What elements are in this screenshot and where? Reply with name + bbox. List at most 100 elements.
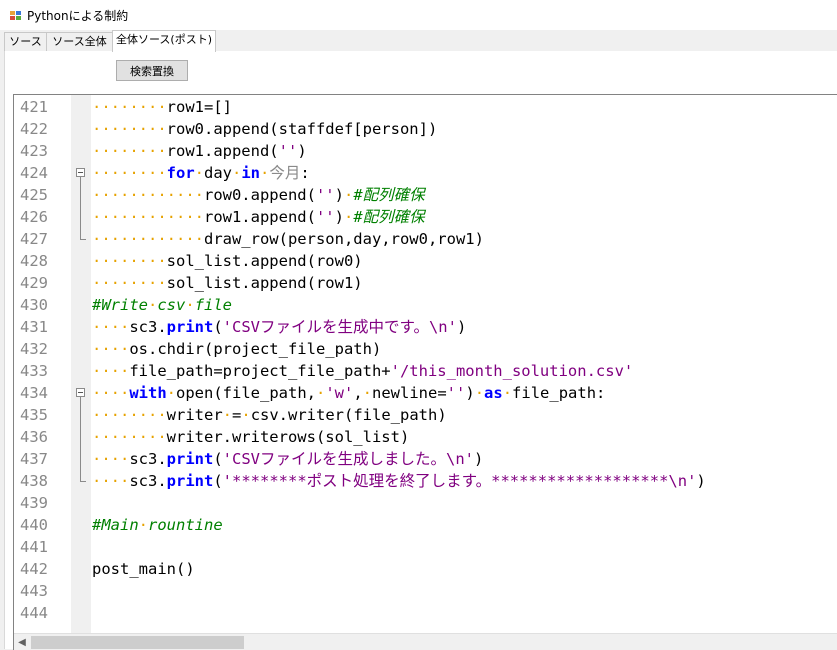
code-token: with xyxy=(129,384,167,402)
code-text[interactable]: ········sol_list.append(row1) xyxy=(92,272,363,294)
code-text[interactable]: #Write·csv·file xyxy=(92,294,232,316)
code-line[interactable]: 443 xyxy=(14,580,837,602)
code-token: post_main() xyxy=(92,560,195,578)
code-line[interactable]: 424 ········for·day·in·今月: xyxy=(14,162,837,184)
code-text[interactable]: ········row0.append(staffdef[person]) xyxy=(92,118,437,140)
code-line[interactable]: 429 ········sol_list.append(row1) xyxy=(14,272,837,294)
code-token: · xyxy=(232,164,242,182)
line-number: 428 xyxy=(20,252,48,270)
scroll-left-arrow-icon[interactable]: ◀ xyxy=(16,636,28,649)
code-token: · xyxy=(343,208,354,226)
line-number: 433 xyxy=(20,362,48,380)
code-line[interactable]: 426 ············row1.append('')·#配列確保 xyxy=(14,206,837,228)
line-number: 427 xyxy=(20,230,48,248)
code-token: · xyxy=(148,296,158,314)
code-line[interactable]: 425 ············row0.append('')·#配列確保 xyxy=(14,184,837,206)
line-number: 426 xyxy=(20,208,48,226)
code-line[interactable]: 441 xyxy=(14,536,837,558)
code-token: sol_list.append(row1) xyxy=(166,274,363,292)
code-line[interactable]: 444 xyxy=(14,602,837,624)
window-title: Pythonによる制約 xyxy=(27,9,129,23)
code-text[interactable]: ········writer·=·csv.writer(file_path) xyxy=(92,404,447,426)
fold-collapse-icon[interactable] xyxy=(76,168,85,177)
code-token: ···· xyxy=(92,472,130,490)
code-text[interactable]: ····file_path=project_file_path+'/this_m… xyxy=(92,360,633,382)
code-token: 'CSVファイルを生成中です。\n' xyxy=(222,318,457,336)
line-number: 444 xyxy=(20,604,48,622)
code-token: ···· xyxy=(92,384,130,402)
line-number: 443 xyxy=(20,582,48,600)
line-number: 425 xyxy=(20,186,48,204)
code-token: in xyxy=(241,164,261,182)
code-text[interactable]: ············row1.append('')·#配列確保 xyxy=(92,206,425,228)
code-token: · xyxy=(138,516,149,534)
code-token: · xyxy=(185,296,195,314)
code-line[interactable]: 437 ····sc3.print('CSVファイルを生成しました。\n') xyxy=(14,448,837,470)
code-text[interactable]: ········row1=[] xyxy=(92,96,232,118)
code-text[interactable]: ····sc3.print('CSVファイルを生成中です。\n') xyxy=(92,316,466,338)
line-number: 434 xyxy=(20,384,48,402)
code-token: sc3. xyxy=(129,450,167,468)
code-text[interactable]: #Main·rountine xyxy=(92,514,223,536)
code-line[interactable]: 431 ····sc3.print('CSVファイルを生成中です。\n') xyxy=(14,316,837,338)
code-text[interactable]: post_main() xyxy=(92,558,195,580)
code-text[interactable]: ········for·day·in·今月: xyxy=(92,162,310,184)
code-token: '' xyxy=(315,186,335,204)
code-token: file xyxy=(194,296,233,314)
code-line[interactable]: 422 ········row0.append(staffdef[person]) xyxy=(14,118,837,140)
code-token: row0.append(staffdef[person]) xyxy=(166,120,438,138)
code-line[interactable]: 421 ········row1=[] xyxy=(14,96,837,118)
code-token: row1.append( xyxy=(203,208,316,226)
code-line[interactable]: 439 xyxy=(14,492,837,514)
horizontal-scrollbar[interactable]: ◀ xyxy=(14,633,837,650)
code-line[interactable]: 436 ········writer.writerows(sol_list) xyxy=(14,426,837,448)
code-line[interactable]: 442 post_main() xyxy=(14,558,837,580)
code-text[interactable]: ············row0.append('')·#配列確保 xyxy=(92,184,425,206)
code-editor[interactable]: 421 ········row1=[] 422 ········row0.append… xyxy=(13,94,837,650)
code-token: ············ xyxy=(92,186,204,204)
tab-all-source-post[interactable]: 全体ソース(ポスト) xyxy=(112,30,216,52)
code-token: writer.writerows(sol_list) xyxy=(166,428,410,446)
code-text[interactable]: ····os.chdir(project_file_path) xyxy=(92,338,381,360)
code-line[interactable]: 427 ············draw_row(person,day,row0,… xyxy=(14,228,837,250)
code-line[interactable]: 423 ········row1.append('') xyxy=(14,140,837,162)
code-line[interactable]: 433 ····file_path=project_file_path+'/thi… xyxy=(14,360,837,382)
code-line[interactable]: 432 ····os.chdir(project_file_path) xyxy=(14,338,837,360)
code-text[interactable]: ····sc3.print('CSVファイルを生成しました。\n') xyxy=(92,448,483,470)
code-token: · xyxy=(260,164,270,182)
code-text[interactable]: ········row1.append('') xyxy=(92,140,307,162)
code-line[interactable]: 440 #Main·rountine xyxy=(14,514,837,536)
code-token: ( xyxy=(213,450,223,468)
code-token: as xyxy=(484,384,503,402)
search-replace-button[interactable]: 検索置換 xyxy=(116,60,188,81)
code-text[interactable]: ····with·open(file_path,·'w',·newline=''… xyxy=(92,382,605,404)
code-token: rountine xyxy=(148,516,223,534)
line-number: 430 xyxy=(20,296,48,314)
code-token: ········ xyxy=(92,142,167,160)
code-token: · xyxy=(166,384,176,402)
scroll-thumb[interactable] xyxy=(31,636,244,649)
code-token: newline= xyxy=(372,384,447,402)
code-token: ···· xyxy=(92,450,130,468)
line-number: 432 xyxy=(20,340,48,358)
fold-guide-line xyxy=(80,177,81,239)
code-token: file_path: xyxy=(512,384,606,402)
tab-source-all[interactable]: ソース全体 xyxy=(46,32,113,51)
code-token: ) xyxy=(696,472,706,490)
code-line[interactable]: 438 ····sc3.print('********ポスト処理を終了します。**… xyxy=(14,470,837,492)
code-line[interactable]: 435 ········writer·=·csv.writer(file_path… xyxy=(14,404,837,426)
line-number: 442 xyxy=(20,560,48,578)
code-line[interactable]: 434 ····with·open(file_path,·'w',·newline… xyxy=(14,382,837,404)
code-token: , xyxy=(353,384,363,402)
code-line[interactable]: 428 ········sol_list.append(row0) xyxy=(14,250,837,272)
code-token: ········ xyxy=(92,164,167,182)
code-token: ( xyxy=(213,318,223,336)
tab-source[interactable]: ソース xyxy=(4,32,47,51)
code-text[interactable]: ········writer.writerows(sol_list) xyxy=(92,426,409,448)
code-token: file_path=project_file_path+ xyxy=(129,362,391,380)
code-text[interactable]: ····sc3.print('********ポスト処理を終了します。*****… xyxy=(92,470,706,492)
code-text[interactable]: ············draw_row(person,day,row0,row… xyxy=(92,228,484,250)
code-text[interactable]: ········sol_list.append(row0) xyxy=(92,250,363,272)
code-line[interactable]: 430 #Write·csv·file xyxy=(14,294,837,316)
fold-collapse-icon[interactable] xyxy=(76,388,85,397)
